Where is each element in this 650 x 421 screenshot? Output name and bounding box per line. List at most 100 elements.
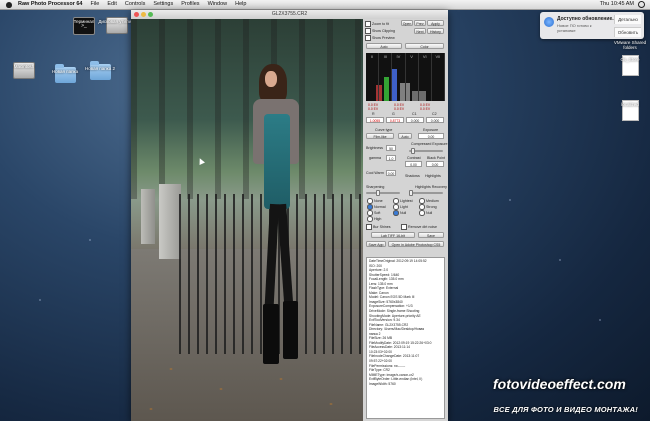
photo-subject-boot [283,301,298,359]
update-notification: Доступно обновление... Новое ПО готово к… [540,12,644,39]
auto-mode-button[interactable]: Auto [366,43,402,49]
gamma-field[interactable]: 1.0 [386,155,396,161]
noise-light-radio[interactable]: Light [393,204,408,210]
wb-c2-field[interactable]: 0.000 [426,117,444,123]
photo-leaves [131,349,363,421]
desktop-icon-label: Новая папка [51,69,79,74]
desktop-icon-label: Терминал [73,19,95,24]
menu-profiles[interactable]: Profiles [181,0,199,9]
cool-warm-label: Cool Warm [366,171,384,175]
next-button[interactable]: Next [414,28,426,34]
exposure-label: Exposure [423,128,439,132]
desktop-icon-os-store[interactable]: Os_Store [610,55,650,76]
update-button[interactable]: Обновить [614,27,641,37]
close-window-icon[interactable] [134,12,139,17]
minimize-window-icon[interactable] [141,12,146,17]
save-button[interactable]: Save [418,232,444,238]
desktop-icon-label: VMware Shared folders [613,40,647,50]
photo-subject-dress [264,114,290,209]
noise-strong-radio[interactable]: Strong [419,204,437,210]
photo-subject-face [265,71,277,87]
wb-c1-field[interactable]: 0.000 [406,117,424,123]
photo-pillar [159,184,181,259]
menu-file[interactable]: File [91,0,100,9]
highlights-recovery-label: Highlights Recovery [415,185,447,189]
sharpen-soft-radio[interactable]: Soft [367,210,380,216]
zoom-to-fit-checkbox[interactable]: Zoom to fit [365,21,389,27]
desktop-icon-new-folder-2[interactable]: Новая папка 2 [80,61,120,80]
window-titlebar[interactable]: GL2X3755.CR2 [131,10,448,19]
sharpening-label: Sharpening [366,185,385,189]
shadows-label: Shadows [405,174,420,178]
contrast-field[interactable]: 0.00 [405,161,422,167]
details-button[interactable]: Детально [614,15,641,24]
desktop-icon-label: Os_Store [620,57,640,62]
menu-window[interactable]: Window [208,0,228,9]
wb-r-field[interactable]: 1.0055 [366,117,384,123]
raw-processor-window: GL2X3755.CR2 Zoom to fit Show Clipping S… [131,10,448,421]
watermark-tagline: ВСЕ ДЛЯ ФОТО И ВИДЕО МОНТАЖА! [493,405,638,414]
remove-dirt-noise-checkbox[interactable]: Remove dirt noise [401,224,437,230]
show-clipping-checkbox[interactable]: Show Clipping [365,28,395,34]
menu-settings[interactable]: Settings [153,0,173,9]
photo-preview[interactable] [131,19,363,421]
noise-null-radio[interactable]: Null [393,210,406,216]
sharpen-normal-radio[interactable]: Normal [367,204,386,210]
sharpen-none-radio[interactable]: None [367,198,383,204]
output-format-select[interactable]: Lab TIFF 16-bit [371,232,415,238]
bur-shines-checkbox[interactable]: Bur Shines [366,224,391,230]
gamma-label: gamma [369,156,381,160]
desktop-icon-macintosh[interactable]: Macintosh [4,62,44,79]
window-title: GL2X3755.CR2 [271,11,308,17]
zoom-window-icon[interactable] [148,12,153,17]
curve-type-select[interactable]: Film-like [366,133,394,139]
black-point-field[interactable]: 0.00 [426,161,444,167]
control-panel: Zoom to fit Show Clipping Show Preview O… [363,19,448,421]
compressed-exposure-slider[interactable] [409,148,443,154]
menu-help[interactable]: Help [235,0,246,9]
save-app-button[interactable]: Save App [366,241,386,247]
contrast-label: Contrast [407,156,421,160]
exif-line: ImageWidth: 5760 [369,381,396,386]
menu-controls[interactable]: Controls [125,0,145,9]
exif-info-panel[interactable]: DateTimeOriginal: 2012:09:19 14:05:52 IS… [366,257,445,419]
menubar: Raw Photo Processor 64 File Edit Control… [0,0,650,10]
app-store-icon [544,17,554,27]
photo-trees [131,19,363,199]
brightness-label: Brightness [366,146,383,150]
wb-g-field[interactable]: 0.8773 [386,117,404,123]
brightness-field[interactable]: 50 [386,145,396,151]
noise-medium-radio[interactable]: Medium [419,198,439,204]
sharpening-slider[interactable] [366,190,400,196]
curve-type-label: Curve type [375,128,393,132]
menubar-right: Thu 10:45 AM [593,0,650,9]
notification-title: Доступно обновление... [557,16,617,22]
spotlight-search-icon[interactable] [638,1,645,8]
open-button[interactable]: Open [401,20,413,26]
menu-edit[interactable]: Edit [107,0,116,9]
noise-lightest-radio[interactable]: Lightest [393,198,413,204]
recovery-slider[interactable] [409,190,443,196]
white-balance-values: R G C1 C2 1.0055 0.8773 0.000 0.000 [366,112,445,124]
noise-null2-radio[interactable]: Null [419,210,432,216]
desktop-icon-localized[interactable]: localized [610,100,650,121]
highlights-label: Highlights [425,174,441,178]
open-in-photoshop-button[interactable]: Open in Adobe Photoshop CS5 [388,241,444,247]
prev-button[interactable]: Prev [414,20,426,26]
desktop-icon-new-folder[interactable]: Новая папка [45,64,85,83]
histogram: II III IV V VI VII [366,53,445,101]
photo-subject-boot [263,304,279,364]
color-mode-button[interactable]: Color [405,43,444,49]
apple-icon[interactable] [6,1,12,8]
auto-exposure-button[interactable]: Auto [398,133,412,139]
menubar-clock[interactable]: Thu 10:45 AM [600,0,634,9]
desktop-icon-label: localized [621,102,639,107]
desktop-icon-label: Macintosh [13,64,35,69]
menu-app-name[interactable]: Raw Photo Processor 64 [18,0,83,9]
show-preview-checkbox[interactable]: Show Preview [365,35,395,41]
history-button[interactable]: History [427,28,444,34]
sharpen-high-radio[interactable]: High [367,216,381,222]
exposure-field[interactable]: 0.00 [418,133,444,139]
cool-warm-field[interactable]: 0.00 [386,170,396,176]
apply-button[interactable]: Apply [427,20,444,26]
